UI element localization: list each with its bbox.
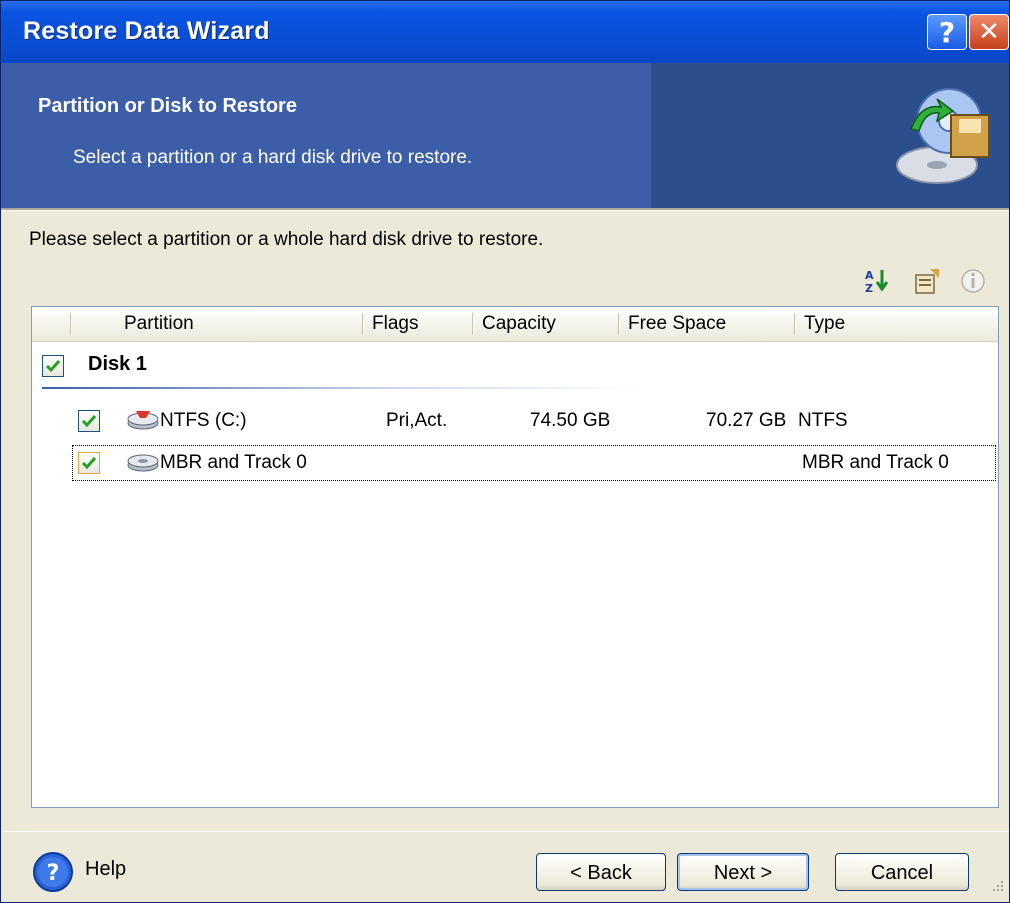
column-header-free-space[interactable]: Free Space <box>622 307 792 341</box>
partition-name: MBR and Track 0 <box>160 452 307 473</box>
title-bar[interactable]: Restore Data Wizard ? ✕ <box>1 1 1009 64</box>
help-icon[interactable]: ? <box>31 850 75 899</box>
partition-list[interactable]: Partition Flags Capacity Free Space Type… <box>31 306 999 808</box>
mbr-checkbox[interactable] <box>78 452 100 474</box>
info-icon[interactable] <box>959 267 987 295</box>
title-close-button[interactable]: ✕ <box>969 14 1009 50</box>
checkmark-icon <box>81 457 97 470</box>
column-separator <box>472 313 474 335</box>
sort-icon[interactable]: A Z <box>863 267 891 295</box>
column-header-flags[interactable]: Flags <box>366 307 470 341</box>
list-header: Partition Flags Capacity Free Space Type <box>32 307 998 342</box>
column-separator <box>362 313 364 335</box>
close-icon: ✕ <box>978 17 1000 47</box>
checkmark-icon <box>45 360 61 373</box>
page-subtitle: Select a partition or a hard disk drive … <box>73 147 473 168</box>
partition-checkbox[interactable] <box>78 410 100 432</box>
partition-name: NTFS (C:) <box>160 410 247 431</box>
disk-row[interactable]: Disk 1 <box>32 345 998 389</box>
header-separator <box>1 208 1009 211</box>
help-link[interactable]: Help <box>85 858 126 881</box>
partition-flags: Pri,Act. <box>386 410 448 431</box>
svg-text:Z: Z <box>865 282 873 295</box>
svg-text:?: ? <box>47 861 60 886</box>
svg-text:A: A <box>865 269 874 282</box>
question-mark-icon: ? <box>938 15 956 49</box>
next-button[interactable]: Next > <box>677 853 809 891</box>
list-item[interactable]: NTFS (C:) Pri,Act. 74.50 GB 70.27 GB NTF… <box>32 403 998 441</box>
column-separator <box>70 313 72 335</box>
column-header-partition[interactable]: Partition <box>118 307 358 341</box>
page-title: Partition or Disk to Restore <box>38 95 297 117</box>
partition-type: MBR and Track 0 <box>802 452 949 473</box>
instruction-text: Please select a partition or a whole har… <box>29 229 544 250</box>
title-help-button[interactable]: ? <box>927 14 967 50</box>
properties-icon[interactable] <box>913 267 941 295</box>
checkmark-icon <box>81 415 97 428</box>
restore-data-wizard-window: Restore Data Wizard ? ✕ Partition or Dis… <box>0 0 1010 903</box>
resize-grip-icon[interactable] <box>987 877 1005 900</box>
header-banner: Partition or Disk to Restore Select a pa… <box>1 63 1009 208</box>
column-separator <box>618 313 620 335</box>
disk-underline <box>42 387 642 389</box>
partition-capacity: 74.50 GB <box>530 410 611 431</box>
cancel-button[interactable]: Cancel <box>835 853 969 891</box>
column-header-type[interactable]: Type <box>798 307 988 341</box>
mbr-icon <box>126 451 160 479</box>
disk-label: Disk 1 <box>88 353 147 375</box>
footer-separator <box>1 831 1009 832</box>
restore-disk-icon <box>891 81 995 194</box>
window-title: Restore Data Wizard <box>23 17 270 45</box>
partition-icon <box>126 409 160 437</box>
column-separator <box>794 313 796 335</box>
disk-checkbox[interactable] <box>42 355 64 377</box>
partition-type: NTFS <box>798 410 848 431</box>
column-header-capacity[interactable]: Capacity <box>476 307 616 341</box>
list-item[interactable]: MBR and Track 0 MBR and Track 0 <box>32 445 998 483</box>
partition-free-space: 70.27 GB <box>706 410 787 431</box>
back-button[interactable]: < Back <box>536 853 666 891</box>
